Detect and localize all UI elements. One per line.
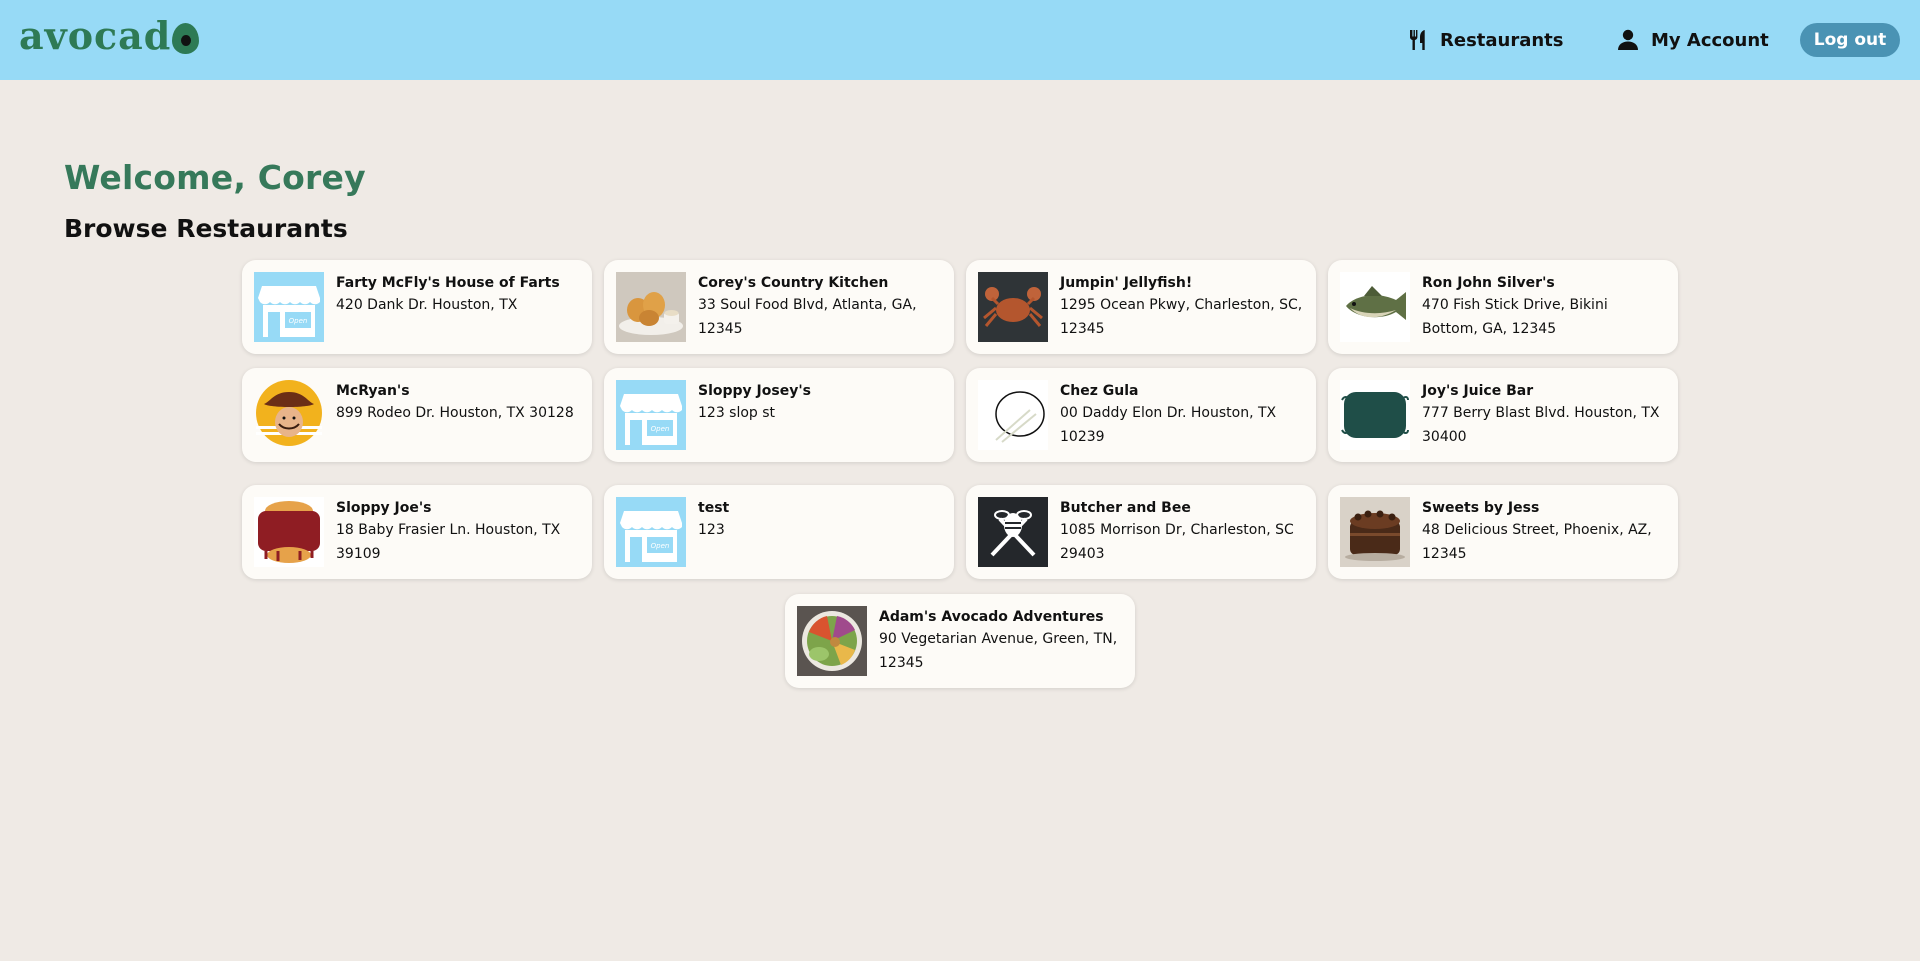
nav-my-account-label: My Account [1651,29,1769,51]
chocolate-cake-image [1340,497,1410,567]
avocado-logo[interactable]: avocad [19,13,200,58]
restaurant-name: Chez Gula [1060,383,1139,399]
logout-button[interactable]: Log out [1800,23,1900,57]
fork-knife-icon [1408,29,1428,51]
restaurant-address: 420 Dank Dr. Houston, TX [336,297,518,313]
restaurant-name: McRyan's [336,383,410,399]
restaurant-card[interactable]: Chez Gula 00 Daddy Elon Dr. Houston, TX … [966,368,1316,462]
restaurant-name: Sweets by Jess [1422,500,1540,516]
restaurant-address: 123 [698,522,725,538]
restaurant-address: 1085 Morrison Dr, Charleston, SC 29403 [1060,522,1294,562]
cowboy-logo-image [254,380,324,450]
restaurant-card[interactable]: Sweets by Jess 48 Delicious Street, Phoe… [1328,485,1678,579]
fried-shrimp-image [616,272,686,342]
restaurant-address: 00 Daddy Elon Dr. Houston, TX 10239 [1060,405,1277,445]
restaurant-card[interactable]: Open Sloppy Josey's 123 slop st [604,368,954,462]
restaurant-name: Joy's Juice Bar [1422,383,1534,399]
restaurant-name: Farty McFly's House of Farts [336,275,560,291]
top-nav-bar: avocad Restaurants My Account Log out [0,0,1920,80]
storefront-icon: Open [616,497,686,567]
restaurant-card[interactable]: Adam's Avocado Adventures 90 Vegetarian … [785,594,1135,688]
restaurant-address: 48 Delicious Street, Phoenix, AZ, 12345 [1422,522,1652,562]
juice-bar-logo-image [1340,380,1410,450]
chez-gula-logo-image [978,380,1048,450]
storefront-icon: Open [254,272,324,342]
restaurant-card[interactable]: McRyan's 899 Rodeo Dr. Houston, TX 30128 [242,368,592,462]
svg-text:Open: Open [289,317,308,325]
salad-bowl-image [797,606,867,676]
restaurant-name: Ron John Silver's [1422,275,1555,291]
restaurant-card[interactable]: Butcher and Bee 1085 Morrison Dr, Charle… [966,485,1316,579]
restaurant-address: 18 Baby Frasier Ln. Houston, TX 39109 [336,522,561,562]
restaurant-address: 33 Soul Food Blvd, Atlanta, GA, 12345 [698,297,917,337]
bass-fish-image [1340,272,1410,342]
restaurant-address: 123 slop st [698,405,776,421]
restaurant-address: 90 Vegetarian Avenue, Green, TN, 12345 [879,631,1118,671]
restaurant-card[interactable]: Ron John Silver's 470 Fish Stick Drive, … [1328,260,1678,354]
browse-restaurants-heading: Browse Restaurants [64,214,348,243]
nav-my-account-link[interactable]: My Account [1617,24,1769,56]
restaurant-name: Adam's Avocado Adventures [879,609,1104,625]
restaurant-card[interactable]: Corey's Country Kitchen 33 Soul Food Blv… [604,260,954,354]
restaurant-address: 777 Berry Blast Blvd. Houston, TX 30400 [1422,405,1660,445]
bee-cleaver-logo-image [978,497,1048,567]
user-icon [1617,29,1639,51]
restaurant-name: Sloppy Josey's [698,383,811,399]
nav-restaurants-link[interactable]: Restaurants [1408,24,1564,56]
crab-image [978,272,1048,342]
restaurant-address: 899 Rodeo Dr. Houston, TX 30128 [336,405,574,421]
restaurant-address: 1295 Ocean Pkwy, Charleston, SC, 12345 [1060,297,1303,337]
logo-text: avocad [19,13,172,58]
sloppy-joes-logo-image [254,497,324,567]
restaurant-name: Corey's Country Kitchen [698,275,889,291]
restaurant-name: Butcher and Bee [1060,500,1191,516]
restaurant-card[interactable]: Jumpin' Jellyfish! 1295 Ocean Pkwy, Char… [966,260,1316,354]
avocado-o-icon [172,22,200,54]
restaurant-card[interactable]: Open test 123 [604,485,954,579]
svg-text:Open: Open [651,425,670,433]
restaurant-name: Jumpin' Jellyfish! [1060,275,1193,291]
restaurant-name: test [698,500,730,516]
svg-text:Open: Open [651,542,670,550]
restaurant-card[interactable]: Sloppy Joe's 18 Baby Frasier Ln. Houston… [242,485,592,579]
restaurant-name: Sloppy Joe's [336,500,432,516]
restaurant-card[interactable]: Joy's Juice Bar 777 Berry Blast Blvd. Ho… [1328,368,1678,462]
nav-restaurants-label: Restaurants [1440,29,1564,51]
restaurant-card[interactable]: Open Farty McFly's House of Farts 420 Da… [242,260,592,354]
welcome-heading: Welcome, Corey [64,158,366,197]
storefront-icon: Open [616,380,686,450]
restaurant-address: 470 Fish Stick Drive, Bikini Bottom, GA,… [1422,297,1608,337]
